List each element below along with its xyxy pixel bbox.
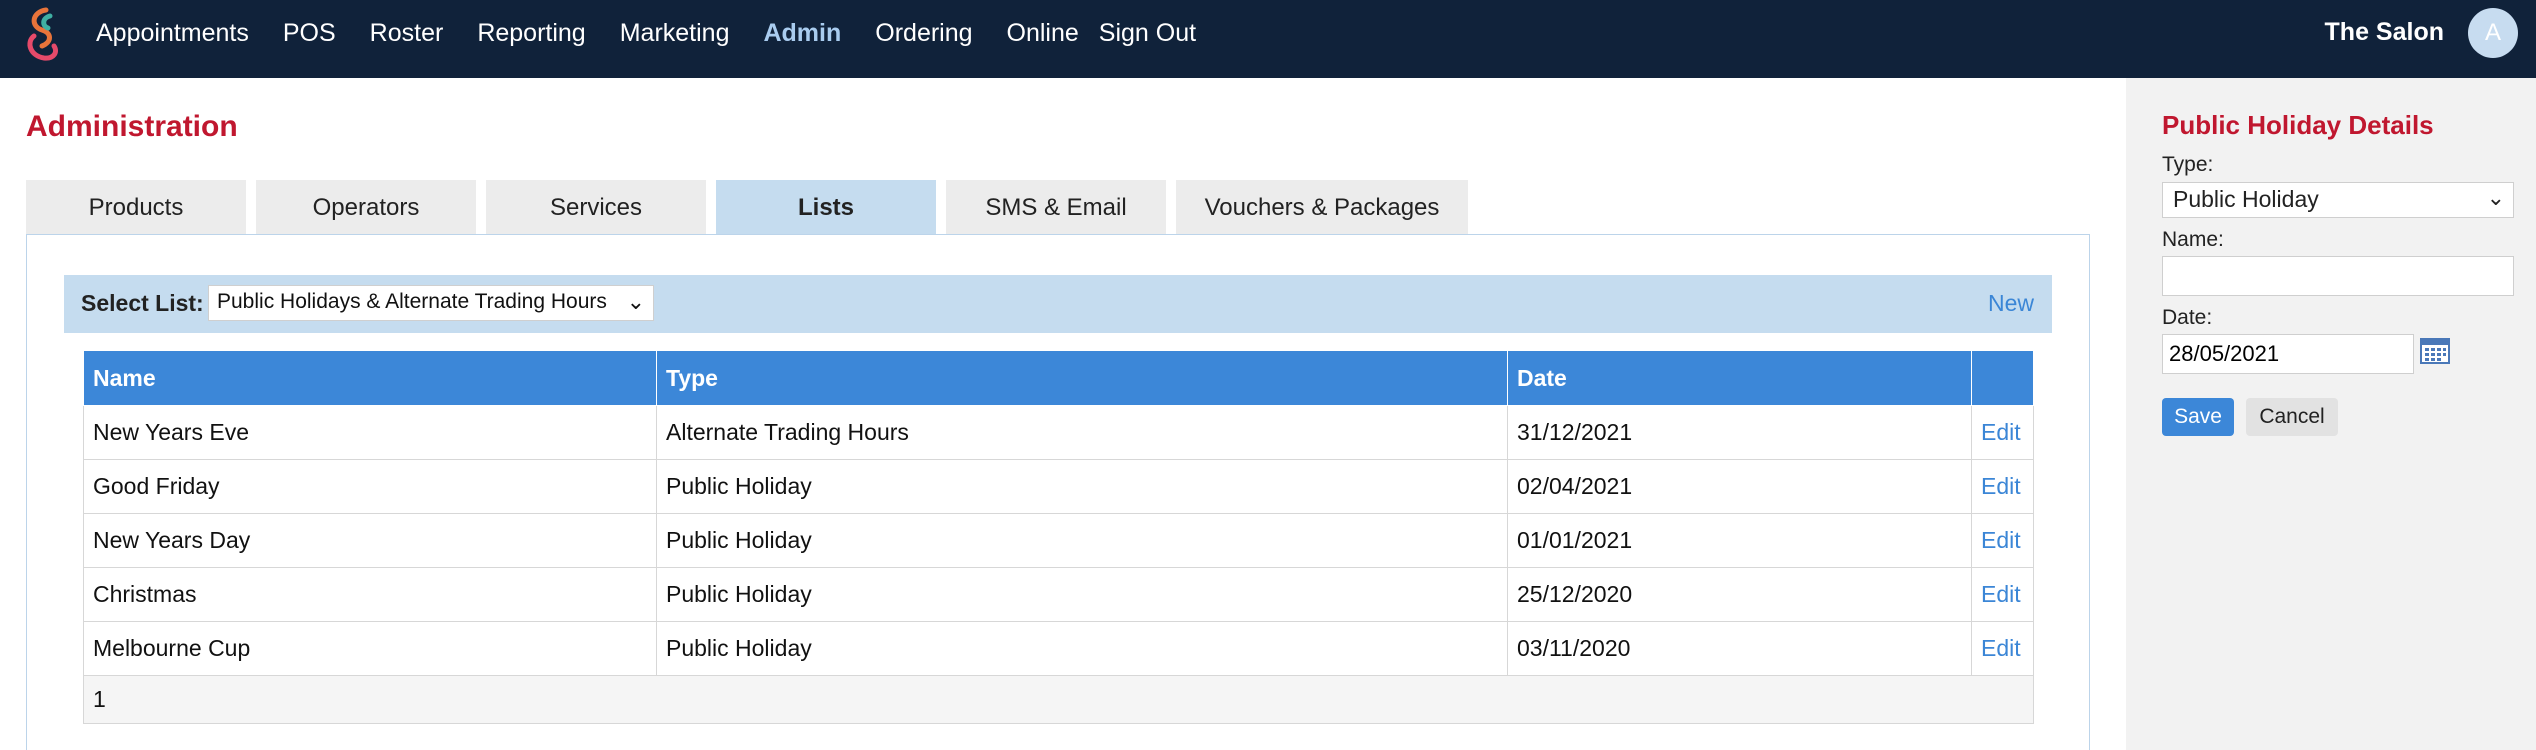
tab-lists[interactable]: Lists — [716, 180, 936, 235]
table-row: Melbourne Cup Public Holiday 03/11/2020 Edi… — [83, 621, 2034, 676]
cell-date: 31/12/2021 — [1507, 405, 1972, 460]
date-input[interactable] — [2162, 334, 2414, 374]
main-nav: Appointments POS Roster Reporting Marketing A… — [96, 0, 1230, 66]
salon-name[interactable]: The Salon — [2325, 18, 2444, 47]
date-label: Date: — [2162, 306, 2213, 329]
nav-item-roster[interactable]: Roster — [370, 19, 444, 48]
save-button[interactable]: Save — [2162, 398, 2234, 436]
select-list-dropdown[interactable]: Public Holidays & Alternate Trading Hour… — [208, 285, 654, 321]
cell-name: New Years Eve — [83, 405, 657, 460]
top-navbar: Appointments POS Roster Reporting Marketing A… — [0, 0, 2536, 78]
cancel-button[interactable]: Cancel — [2246, 398, 2338, 436]
lists-panel: Select List: Public Holidays & Alternate… — [26, 234, 2090, 750]
public-holiday-details-panel: Public Holiday Details Type: Public Holi… — [2126, 78, 2536, 750]
nav-item-ordering[interactable]: Ordering — [875, 19, 972, 48]
nav-item-reporting[interactable]: Reporting — [477, 19, 585, 48]
nav-item-appointments[interactable]: Appointments — [96, 19, 249, 48]
table-row: Good Friday Public Holiday 02/04/2021 Edit — [83, 459, 2034, 514]
holidays-table: Name Type Date New Years Eve Alternate Tr… — [83, 350, 2034, 724]
cell-name: Christmas — [83, 567, 657, 622]
avatar[interactable]: A — [2468, 8, 2518, 58]
cell-date: 02/04/2021 — [1507, 459, 1972, 514]
type-select[interactable]: Public Holiday ⌄ — [2162, 182, 2514, 218]
pager-row: 1 — [83, 675, 2034, 724]
nav-item-pos[interactable]: POS — [283, 19, 336, 48]
type-select-value: Public Holiday — [2173, 186, 2319, 212]
tab-sms-email[interactable]: SMS & Email — [946, 180, 1166, 235]
tab-vouchers-packages[interactable]: Vouchers & Packages — [1176, 180, 1468, 235]
chevron-down-icon: ⌄ — [626, 289, 645, 314]
select-list-bar: Select List: Public Holidays & Alternate… — [64, 275, 2052, 333]
name-input[interactable] — [2162, 256, 2514, 296]
name-label: Name: — [2162, 228, 2224, 251]
page-title: Administration — [26, 110, 238, 143]
table-row: New Years Day Public Holiday 01/01/2021 Edi… — [83, 513, 2034, 568]
edit-link[interactable]: Edit — [1971, 513, 2034, 568]
table-header-row: Name Type Date — [83, 350, 2034, 406]
nav-item-online[interactable]: Online — [1007, 19, 1079, 48]
table-row: Christmas Public Holiday 25/12/2020 Edit — [83, 567, 2034, 622]
edit-link[interactable]: Edit — [1971, 459, 2034, 514]
nav-item-admin[interactable]: Admin — [763, 19, 841, 48]
nav-item-sign-out[interactable]: Sign Out — [1099, 19, 1196, 48]
calendar-icon[interactable] — [2420, 338, 2450, 364]
cell-type: Public Holiday — [656, 621, 1508, 676]
cell-type: Public Holiday — [656, 513, 1508, 568]
edit-link[interactable]: Edit — [1971, 405, 2034, 460]
page-number[interactable]: 1 — [83, 675, 2034, 724]
admin-tabs: Products Operators Services Lists SMS & Emai… — [26, 180, 1478, 235]
cell-date: 03/11/2020 — [1507, 621, 1972, 676]
cell-type: Public Holiday — [656, 459, 1508, 514]
cell-type: Public Holiday — [656, 567, 1508, 622]
cell-date: 25/12/2020 — [1507, 567, 1972, 622]
column-header-type[interactable]: Type — [656, 350, 1508, 406]
select-list-label: Select List: — [81, 290, 204, 316]
chevron-down-icon: ⌄ — [2486, 185, 2505, 210]
table-row: New Years Eve Alternate Trading Hours 31/1… — [83, 405, 2034, 460]
tab-services[interactable]: Services — [486, 180, 706, 235]
tab-operators[interactable]: Operators — [256, 180, 476, 235]
column-header-action — [1971, 350, 2034, 406]
cell-type: Alternate Trading Hours — [656, 405, 1508, 460]
nav-item-marketing[interactable]: Marketing — [620, 19, 730, 48]
cell-date: 01/01/2021 — [1507, 513, 1972, 568]
app-logo-icon[interactable] — [20, 6, 68, 62]
type-label: Type: — [2162, 153, 2214, 176]
edit-link[interactable]: Edit — [1971, 567, 2034, 622]
column-header-date[interactable]: Date — [1507, 350, 1972, 406]
tab-products[interactable]: Products — [26, 180, 246, 235]
column-header-name[interactable]: Name — [83, 350, 657, 406]
cell-name: New Years Day — [83, 513, 657, 568]
cell-name: Good Friday — [83, 459, 657, 514]
new-link[interactable]: New — [1988, 290, 2034, 317]
edit-link[interactable]: Edit — [1971, 621, 2034, 676]
details-title: Public Holiday Details — [2162, 110, 2434, 140]
select-list-value: Public Holidays & Alternate Trading Hour… — [217, 290, 607, 313]
cell-name: Melbourne Cup — [83, 621, 657, 676]
